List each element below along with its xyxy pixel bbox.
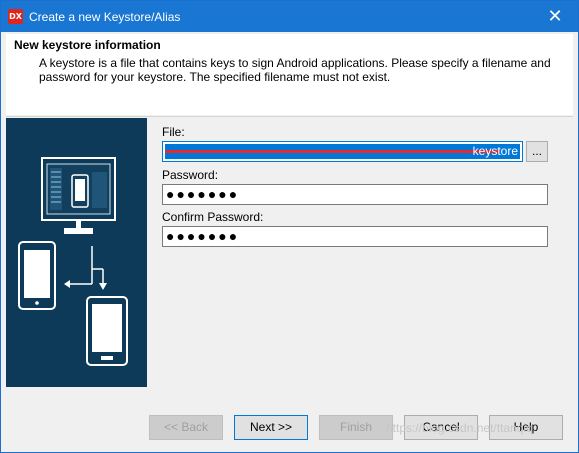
app-logo-icon: DX (8, 9, 23, 24)
confirm-password-field[interactable]: ●●●●●●● (162, 226, 548, 247)
confirm-password-label: Confirm Password: (162, 210, 264, 224)
file-path-selection: keystore (165, 144, 520, 159)
title-bar[interactable]: DX Create a new Keystore/Alias ✕ (1, 1, 578, 32)
file-label: File: (162, 125, 185, 139)
wizard-illustration (6, 118, 147, 387)
monitor-icon (41, 157, 116, 234)
cancel-button[interactable]: Cancel (404, 415, 478, 440)
finish-button[interactable]: Finish (319, 415, 393, 440)
redaction-mark (165, 150, 500, 153)
phone-icon (86, 296, 128, 366)
password-field[interactable]: ●●●●●●● (162, 184, 548, 205)
close-button[interactable]: ✕ (532, 1, 578, 32)
file-path-text: keystore (472, 144, 518, 158)
tablet-icon (18, 241, 56, 310)
header-title: New keystore information (14, 38, 161, 52)
header-panel: New keystore information A keystore is a… (6, 34, 573, 115)
browse-button[interactable]: ... (526, 141, 548, 162)
back-button[interactable]: << Back (149, 415, 223, 440)
file-path-field[interactable]: keystore (162, 141, 523, 162)
header-description: A keystore is a file that contains keys … (39, 56, 551, 84)
dialog-window: DX Create a new Keystore/Alias ✕ New key… (0, 0, 579, 453)
help-button[interactable]: Help (489, 415, 563, 440)
window-title: Create a new Keystore/Alias (29, 10, 181, 24)
arrows-icon (70, 246, 104, 285)
password-label: Password: (162, 168, 219, 182)
header-divider (6, 116, 573, 117)
next-button[interactable]: Next >> (234, 415, 308, 440)
